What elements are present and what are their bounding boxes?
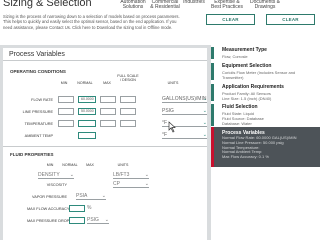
summary-line: Line Size: 1.5 (inch) (DN40)	[222, 96, 272, 101]
row-label-temperature: TEMPERATURE	[24, 122, 53, 126]
unit-value: GALLONS(US)/MIN	[162, 96, 207, 102]
row-label-viscosity: VISCOSITY	[46, 183, 67, 187]
summary-line: Transmitter)	[222, 75, 244, 80]
line-pressure-normal[interactable]: 50.0000	[78, 108, 96, 115]
summary-heading: Fluid Selection	[222, 104, 258, 110]
row-label-max-pressure-drop: MAX PRESSURE DROP	[27, 219, 70, 223]
summary-line: Database: Water	[222, 121, 252, 126]
col-units: UNITS	[167, 81, 179, 85]
nav-item-industries[interactable]: Industries	[182, 0, 206, 5]
flow-rate-min[interactable]	[58, 96, 74, 103]
operating-conditions-title: OPERATING CONDITIONS	[10, 69, 66, 74]
temperature-full-scale[interactable]	[120, 120, 136, 127]
line-pressure-full-scale[interactable]	[120, 108, 136, 115]
unit-value: PSIG	[162, 108, 174, 114]
divider	[3, 60, 207, 61]
fluid-properties-title: FLUID PROPERTIES	[10, 152, 54, 157]
col-normal: NORMAL	[62, 163, 78, 167]
col-min: MIN	[60, 81, 68, 85]
nav-item-expertise[interactable]: Expertise & Best Practices	[210, 0, 244, 10]
summary-equipment-selection[interactable]: Equipment Selection Coriolis Flow Meter …	[211, 63, 320, 80]
chevron-down-icon: ⌄	[202, 108, 207, 114]
col-min: MIN	[46, 163, 54, 167]
chevron-down-icon: ⌄	[104, 217, 109, 223]
page-title: Sizing & Selection	[3, 0, 92, 9]
unit-value: °F	[162, 132, 168, 138]
chevron-down-icon: ⌄	[144, 181, 149, 187]
col-units: UNITS	[117, 163, 129, 167]
summary-measurement-type[interactable]: Measurement Type Flow, Corrosle	[211, 47, 320, 59]
flow-rate-max[interactable]	[100, 96, 116, 103]
density-select[interactable]: DENSITY ⌄	[38, 172, 74, 179]
max-flow-accuracy-unit: %	[87, 205, 92, 211]
unit-value: °F	[162, 120, 168, 126]
summary-fluid-selection[interactable]: Fluid Selection Fluid State: Liquid Flui…	[211, 104, 320, 126]
ambient-temp-unit-select[interactable]: °F ⌄	[162, 132, 207, 139]
summary-process-variables[interactable]: Process Variables Normal Flow Rate: 60.0…	[211, 127, 320, 167]
chevron-down-icon: ⌄	[144, 172, 149, 178]
unit-value: LB/FT3	[113, 172, 130, 178]
temperature-max[interactable]	[100, 120, 116, 127]
flow-rate-normal[interactable]: 60.0000	[78, 96, 96, 103]
header: Automation Solutions Commercial & Reside…	[0, 0, 320, 45]
viscosity-unit-select[interactable]: CP ⌄	[113, 181, 149, 188]
chevron-down-icon: ⌄	[101, 193, 106, 199]
temperature-normal[interactable]	[78, 120, 96, 127]
clear-button-right[interactable]: CLEAR	[266, 14, 315, 25]
flow-rate-full-scale[interactable]	[120, 96, 136, 103]
unit-value: CP	[113, 181, 120, 187]
clear-button-left[interactable]: CLEAR	[206, 14, 255, 25]
ambient-temp-normal[interactable]	[78, 132, 96, 139]
process-variables-panel: Process Variables OPERATING CONDITIONS M…	[3, 48, 207, 240]
max-flow-accuracy-input[interactable]	[69, 205, 85, 212]
col-full-scale: FULL SCALE / DESIGN	[117, 74, 139, 82]
row-label-vapor-pressure: VAPOR PRESSURE	[32, 195, 67, 199]
density-unit-select[interactable]: LB/FT3 ⌄	[113, 172, 149, 179]
row-label-flow-rate: FLOW RATE	[31, 98, 53, 102]
summary-line: Max Flow Accuracy: 0.1 %	[222, 154, 269, 160]
intro-text: Sizing is the process of narrowing down …	[3, 14, 198, 30]
line-pressure-max[interactable]	[100, 108, 116, 115]
flow-rate-unit-select[interactable]: GALLONS(US)/MIN ⌄	[162, 96, 207, 103]
summary-heading: Measurement Type	[222, 47, 267, 53]
chevron-down-icon: ⌄	[202, 132, 207, 138]
summary-application-requirements[interactable]: Application Requirements Product Family:…	[211, 84, 320, 101]
nav-item-documents[interactable]: Documents & Drawings	[248, 0, 282, 10]
chevron-down-icon: ⌄	[69, 172, 74, 178]
unit-value: PSIA	[76, 193, 88, 199]
col-max: MAX	[103, 81, 111, 85]
summary-heading: Equipment Selection	[222, 63, 272, 69]
row-label-line-pressure: LINE PRESSURE	[22, 110, 53, 114]
max-pressure-drop-unit-select[interactable]: PSIG ⌄	[87, 217, 109, 224]
unit-value: PSIG	[87, 217, 99, 223]
vapor-pressure-unit-select[interactable]: PSIA ⌄	[76, 193, 106, 200]
summary-line: Flow, Corrosle	[222, 54, 248, 59]
line-pressure-unit-select[interactable]: PSIG ⌄	[162, 108, 207, 115]
mouse-cursor-icon	[168, 121, 176, 133]
intro-line: need assistance, please Contact Us. Clic…	[3, 24, 173, 30]
chevron-down-icon: ⌄	[202, 96, 207, 102]
row-label-density: DENSITY	[38, 172, 60, 178]
col-max: MAX	[86, 163, 94, 167]
nav-item-automation[interactable]: Automation Solutions	[118, 0, 148, 10]
line-pressure-min[interactable]	[58, 108, 74, 115]
row-label-max-flow-accuracy: MAX FLOW ACCURACY	[27, 207, 70, 211]
max-pressure-drop-input[interactable]	[69, 217, 85, 224]
chevron-down-icon: ⌄	[202, 120, 207, 126]
col-normal: NORMAL	[77, 81, 93, 85]
summary-heading: Application Requirements	[222, 84, 284, 90]
temperature-min[interactable]	[58, 120, 74, 127]
summary-sidebar: Measurement Type Flow, Corrosle Equipmen…	[211, 45, 320, 240]
intro-line: This helps to quickly and easily select …	[3, 19, 177, 25]
row-label-ambient-temp: AMBIENT TEMP	[24, 134, 53, 138]
nav-item-commercial[interactable]: Commercial & Residential	[150, 0, 180, 10]
panel-title: Process Variables	[9, 51, 65, 58]
divider	[3, 146, 207, 147]
